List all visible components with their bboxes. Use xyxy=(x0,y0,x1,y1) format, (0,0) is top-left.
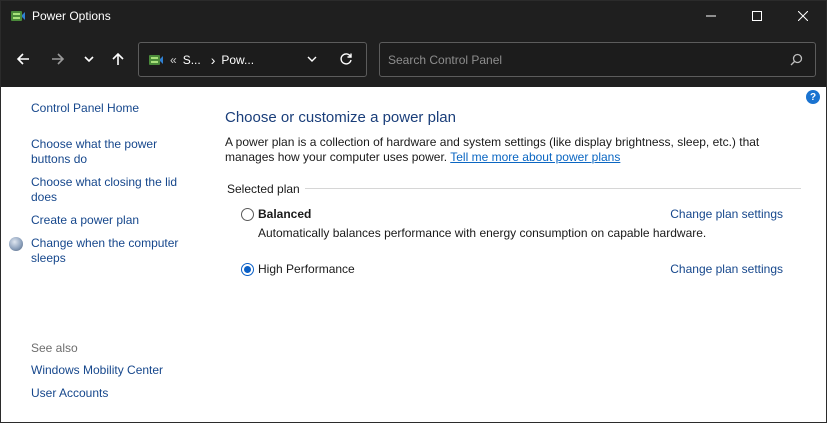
plan-name: Balanced xyxy=(258,207,312,221)
sidebar-link-create-plan[interactable]: Create a power plan xyxy=(31,213,191,228)
plan-balanced[interactable]: Balanced xyxy=(241,207,311,221)
main-content: Choose or customize a power plan A power… xyxy=(225,87,815,422)
refresh-button[interactable] xyxy=(339,52,353,69)
sidebar-link-mobility-center[interactable]: Windows Mobility Center xyxy=(31,363,191,378)
selected-plan-label: Selected plan xyxy=(227,182,304,196)
title-bar: Power Options xyxy=(1,1,826,31)
search-icon[interactable] xyxy=(790,53,803,69)
up-button[interactable] xyxy=(106,47,130,71)
page-description: A power plan is a collection of hardware… xyxy=(225,135,810,165)
maximize-button[interactable] xyxy=(734,1,780,31)
sidebar-link-user-accounts[interactable]: User Accounts xyxy=(31,386,191,401)
sidebar-link-power-buttons[interactable]: Choose what the power buttons do xyxy=(31,137,191,167)
power-options-window: Power Options « S... › Pow... Search Con… xyxy=(0,0,827,423)
arrow-left-icon xyxy=(16,53,29,65)
change-plan-settings-balanced[interactable]: Change plan settings xyxy=(670,207,783,221)
search-box[interactable] xyxy=(379,42,816,77)
recent-locations-button[interactable] xyxy=(77,47,101,71)
address-dropdown-button[interactable] xyxy=(306,53,318,68)
minimize-button[interactable] xyxy=(688,1,734,31)
window-title: Power Options xyxy=(32,9,111,23)
close-button[interactable] xyxy=(780,1,826,31)
sidebar-link-closing-lid[interactable]: Choose what closing the lid does xyxy=(31,175,191,205)
shield-icon xyxy=(9,237,23,251)
arrow-up-icon xyxy=(112,52,124,65)
breadcrumb-system[interactable]: S... xyxy=(183,53,201,67)
overflow-breadcrumb[interactable]: « xyxy=(170,53,177,67)
left-sidebar: Control Panel Home Choose what the power… xyxy=(1,87,201,422)
balanced-radio[interactable] xyxy=(241,207,254,221)
forward-button[interactable] xyxy=(46,47,70,71)
close-icon xyxy=(798,11,808,21)
minimize-icon xyxy=(706,15,716,17)
arrow-right-icon xyxy=(52,53,65,65)
chevron-down-icon xyxy=(84,56,94,63)
search-input[interactable] xyxy=(388,51,768,69)
chevron-down-icon xyxy=(307,56,317,62)
address-bar[interactable]: « S... › Pow... xyxy=(138,42,367,77)
back-button[interactable] xyxy=(11,47,35,71)
high-performance-radio[interactable] xyxy=(241,262,254,276)
window-controls xyxy=(688,1,826,31)
see-also-heading: See also xyxy=(31,341,78,355)
power-options-icon xyxy=(10,8,26,24)
change-plan-settings-high-performance[interactable]: Change plan settings xyxy=(670,262,783,276)
sidebar-link-computer-sleeps[interactable]: Change when the computer sleeps xyxy=(31,236,191,266)
plan-name: High Performance xyxy=(258,262,355,276)
group-divider xyxy=(305,188,801,189)
refresh-icon xyxy=(340,53,352,65)
plan-description: Automatically balances performance with … xyxy=(258,226,707,240)
control-panel-home-link[interactable]: Control Panel Home xyxy=(31,101,191,116)
breadcrumb-power-options[interactable]: Pow... xyxy=(221,53,254,67)
power-options-icon xyxy=(148,52,164,68)
maximize-icon xyxy=(752,11,762,21)
navigation-bar: « S... › Pow... xyxy=(1,31,826,87)
page-title: Choose or customize a power plan xyxy=(225,109,456,126)
learn-more-link[interactable]: Tell me more about power plans xyxy=(450,150,620,164)
breadcrumb-separator-icon: › xyxy=(210,51,216,68)
plan-high-performance[interactable]: High Performance xyxy=(241,262,355,276)
